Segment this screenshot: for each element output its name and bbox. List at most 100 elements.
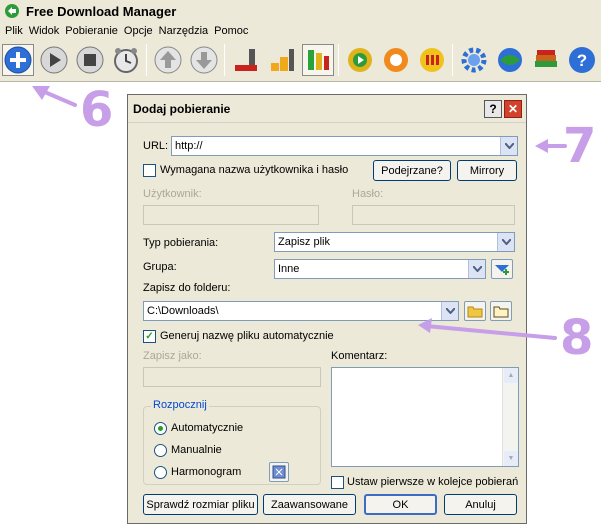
add-download-icon <box>4 46 32 74</box>
cancel-button[interactable]: Anuluj <box>444 494 517 515</box>
annotation-8: 8 <box>560 310 594 366</box>
scroll-down-arrow-icon[interactable]: ▼ <box>504 451 518 466</box>
auth-required-checkbox[interactable] <box>143 164 156 177</box>
scroll-up-arrow-icon[interactable]: ▲ <box>504 368 518 383</box>
annotation-7: 7 <box>563 118 597 174</box>
save-folder-dropdown-arrow[interactable] <box>441 302 458 320</box>
url-label: URL: <box>143 140 169 152</box>
schedule-settings-button[interactable] <box>269 462 289 482</box>
url-combobox[interactable]: http:// <box>171 136 518 156</box>
group-value: Inne <box>278 263 300 275</box>
auth-required-label: Wymagana nazwa użytkownika i hasło <box>160 164 349 176</box>
save-folder-value: C:\Downloads\ <box>147 305 219 317</box>
start-manual-radio[interactable] <box>154 444 167 457</box>
toolbar-separator <box>452 44 453 76</box>
mirrors-button[interactable]: Mirrory <box>457 160 517 181</box>
stop-icon <box>76 46 104 74</box>
start-auto-radio[interactable] <box>154 422 167 435</box>
download-type-value: Zapisz plik <box>278 236 330 248</box>
comment-label: Komentarz: <box>331 350 388 362</box>
menu-narzedzia[interactable]: Narzędzia <box>156 25 212 37</box>
menu-plik[interactable]: Plik <box>2 25 26 37</box>
username-input[interactable] <box>143 205 319 225</box>
start-icon <box>40 46 68 74</box>
dialog-help-button[interactable]: ? <box>484 100 502 118</box>
move-up-button[interactable] <box>152 44 184 76</box>
url-dropdown-arrow[interactable] <box>500 137 517 155</box>
folder-icon <box>467 306 483 317</box>
flash-video-button[interactable] <box>416 44 448 76</box>
download-type-select[interactable]: Zapisz plik <box>274 232 515 252</box>
add-download-dialog: Dodaj pobieranie ? ✕ URL: http:// Wymaga… <box>127 94 527 524</box>
download-list-icon <box>308 50 329 70</box>
site-manager-icon <box>384 48 408 72</box>
help-icon: ? <box>569 47 595 73</box>
schedule-icon <box>114 48 138 73</box>
start-manual-label: Manualnie <box>171 444 222 456</box>
download-yellow-button[interactable] <box>266 44 298 76</box>
open-folder-icon <box>493 306 509 317</box>
save-as-label: Zapisz jako: <box>143 350 202 362</box>
move-down-button[interactable] <box>188 44 220 76</box>
settings-icon <box>461 47 487 73</box>
ok-button[interactable]: OK <box>364 494 437 515</box>
generate-name-checkbox[interactable]: ✓ <box>143 330 156 343</box>
library-icon <box>535 50 557 67</box>
app-title: Free Download Manager <box>26 3 177 19</box>
start-schedule-radio[interactable] <box>154 466 167 479</box>
menu-pobieranie[interactable]: Pobieranie <box>62 25 121 37</box>
stop-button[interactable] <box>74 44 106 76</box>
menu-pomoc[interactable]: Pomoc <box>211 25 251 37</box>
url-value: http:// <box>175 140 203 152</box>
group-dropdown-arrow[interactable] <box>468 260 485 278</box>
download-red-button[interactable] <box>230 44 262 76</box>
start-auto-label: Automatycznie <box>171 422 244 434</box>
download-type-dropdown-arrow[interactable] <box>497 233 514 251</box>
download-icon-red <box>235 49 257 71</box>
group-select[interactable]: Inne <box>274 259 486 279</box>
menu-widok[interactable]: Widok <box>26 25 63 37</box>
refresh-button[interactable] <box>344 44 376 76</box>
toolbar-separator <box>338 44 339 76</box>
start-button[interactable] <box>38 44 70 76</box>
toolbar-separator <box>146 44 147 76</box>
generate-name-label: Generuj nazwę pliku automatycznie <box>160 330 334 342</box>
comment-textarea[interactable]: ▲ ▼ <box>331 367 519 467</box>
password-input[interactable] <box>352 205 515 225</box>
queue-first-checkbox[interactable] <box>331 476 344 489</box>
browse-folder-button[interactable] <box>464 301 486 321</box>
web-icon <box>498 48 522 72</box>
comment-scrollbar[interactable]: ▲ ▼ <box>502 368 518 466</box>
move-up-icon <box>154 46 182 74</box>
download-list-button[interactable] <box>302 44 334 76</box>
password-label: Hasło: <box>352 188 384 200</box>
web-button[interactable] <box>494 44 526 76</box>
open-folder-button[interactable] <box>490 301 512 321</box>
settings-button[interactable] <box>458 44 490 76</box>
menubar: Plik Widok Pobieranie Opcje Narzędzia Po… <box>0 22 601 40</box>
group-label: Grupa: <box>143 261 177 273</box>
save-folder-combobox[interactable]: C:\Downloads\ <box>143 301 459 321</box>
start-groupbox-title: Rozpocznij <box>151 399 209 411</box>
dialog-titlebar: Dodaj pobieranie ? ✕ <box>128 95 526 123</box>
check-size-button[interactable]: Sprawdź rozmiar pliku <box>143 494 258 515</box>
add-download-button[interactable] <box>2 44 34 76</box>
username-label: Użytkownik: <box>143 188 202 200</box>
add-group-button[interactable] <box>491 259 513 279</box>
download-icon-yellow <box>271 49 294 71</box>
site-manager-button[interactable] <box>380 44 412 76</box>
menu-opcje[interactable]: Opcje <box>121 25 156 37</box>
chevron-down-icon <box>501 239 511 245</box>
flash-video-icon <box>420 48 444 72</box>
dialog-title: Dodaj pobieranie <box>133 102 231 116</box>
save-as-input[interactable] <box>143 367 321 387</box>
suspicious-button[interactable]: Podejrzane? <box>373 160 451 181</box>
main-toolbar: ? <box>0 40 601 82</box>
advanced-button[interactable]: Zaawansowane <box>263 494 356 515</box>
library-button[interactable] <box>530 44 562 76</box>
dialog-close-button[interactable]: ✕ <box>504 100 522 118</box>
save-folder-label: Zapisz do folderu: <box>143 282 231 294</box>
help-button[interactable]: ? <box>566 44 598 76</box>
add-group-icon <box>495 265 509 275</box>
schedule-button[interactable] <box>110 44 142 76</box>
